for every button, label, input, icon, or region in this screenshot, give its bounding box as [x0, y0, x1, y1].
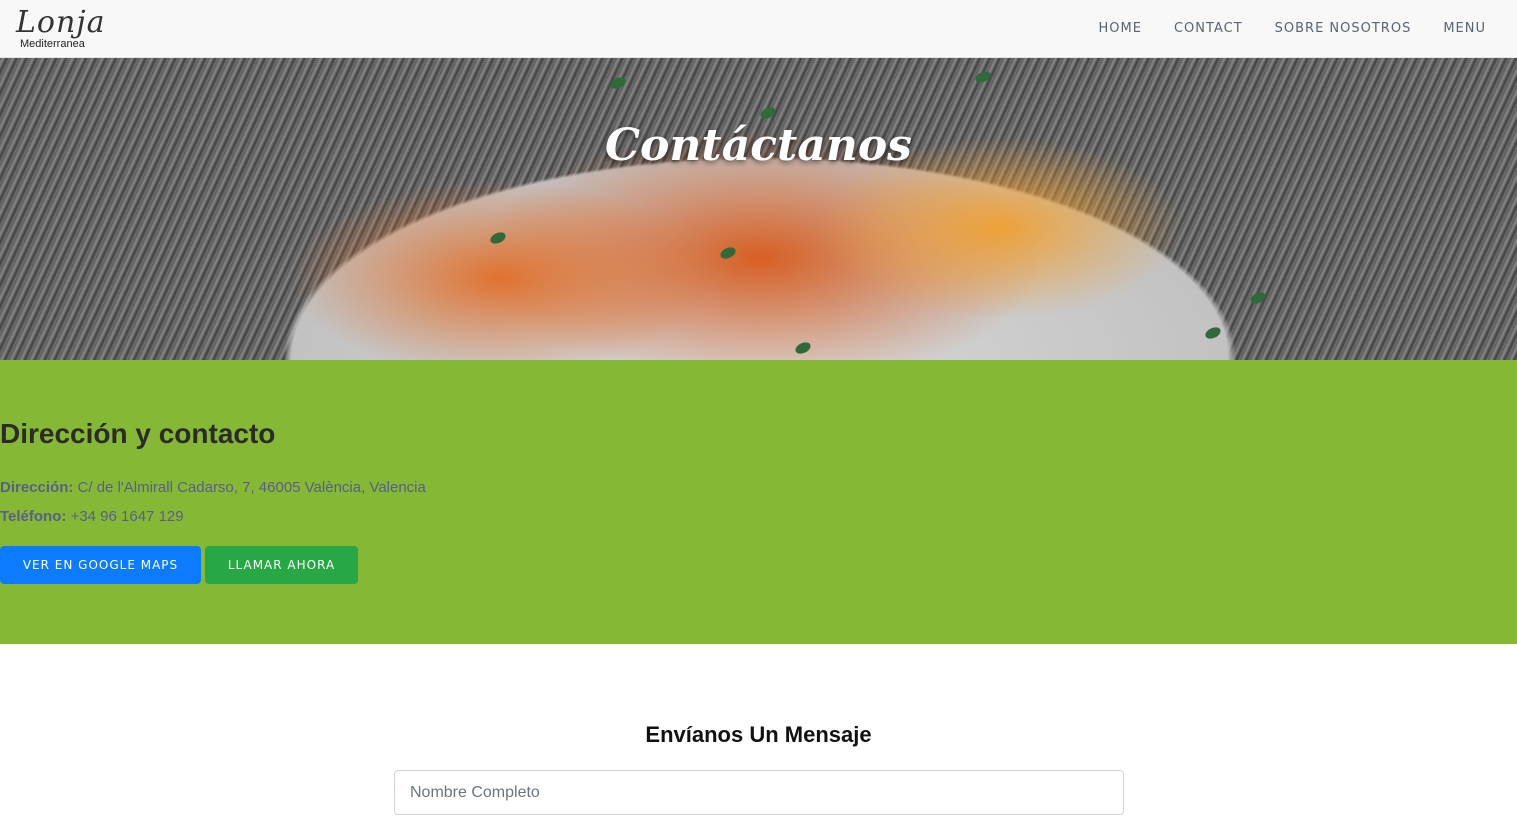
google-maps-button[interactable]: VER EN GOOGLE MAPS — [0, 546, 201, 584]
logo-script: Lonja — [16, 5, 106, 40]
contact-heading: Dirección y contacto — [0, 418, 276, 449]
navbar: Lonja Mediterranea HOME CONTACT SOBRE NO… — [0, 0, 1517, 58]
nav-link-sobre-nosotros[interactable]: SOBRE NOSOTROS — [1275, 21, 1412, 36]
phone-line: Teléfono: +34 96 1647 129 — [0, 508, 184, 525]
hero-banner: Contáctanos — [0, 58, 1517, 360]
phone-label: Teléfono: — [0, 508, 67, 525]
hero-title: Contáctanos — [605, 120, 912, 171]
phone-value: +34 96 1647 129 — [70, 508, 184, 525]
brand-logo[interactable]: Lonja Mediterranea — [16, 6, 116, 52]
message-form-title: Envíanos Un Mensaje — [645, 722, 872, 747]
nav-links: HOME CONTACT SOBRE NOSOTROS MENU — [1067, 0, 1486, 56]
address-line: Dirección: C/ de l'Almirall Cadarso, 7, … — [0, 479, 426, 496]
call-now-button[interactable]: LLAMAR AHORA — [205, 546, 358, 584]
contact-section: Dirección y contacto Dirección: C/ de l'… — [0, 360, 1517, 644]
nav-link-menu[interactable]: MENU — [1443, 21, 1486, 36]
full-name-input[interactable] — [394, 770, 1124, 815]
address-label: Dirección: — [0, 479, 74, 496]
address-value: C/ de l'Almirall Cadarso, 7, 46005 Valèn… — [77, 479, 426, 496]
nav-link-home[interactable]: HOME — [1099, 21, 1142, 36]
logo-subtitle: Mediterranea — [20, 38, 85, 50]
nav-link-contact[interactable]: CONTACT — [1174, 21, 1243, 36]
